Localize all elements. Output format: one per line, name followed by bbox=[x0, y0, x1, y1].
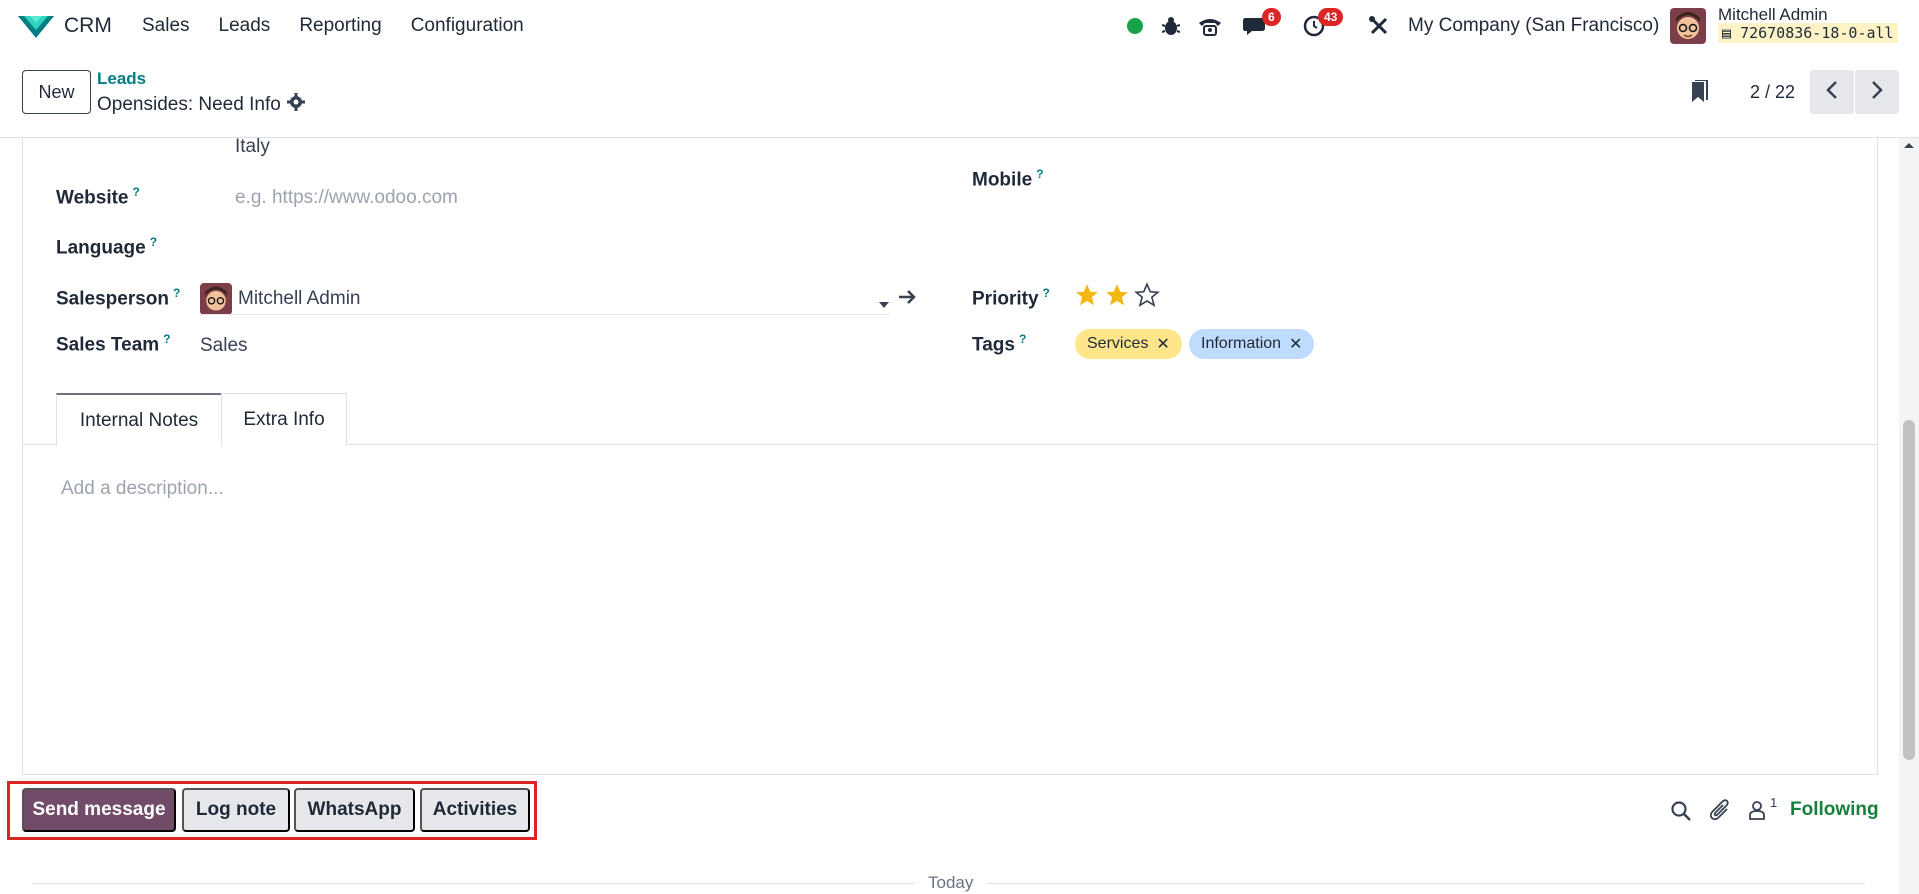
gear-icon[interactable] bbox=[286, 93, 305, 117]
following-button[interactable]: Following bbox=[1790, 799, 1879, 821]
help-icon[interactable]: ? bbox=[150, 235, 157, 249]
divider bbox=[32, 883, 915, 884]
menu-sales[interactable]: Sales bbox=[142, 15, 190, 37]
database-icon: ▤ bbox=[1722, 24, 1732, 42]
salesperson-label-text: Salesperson bbox=[56, 288, 169, 310]
company-switcher[interactable]: My Company (San Francisco) bbox=[1408, 15, 1659, 37]
help-icon[interactable]: ? bbox=[173, 286, 180, 300]
tools-icon[interactable] bbox=[1366, 0, 1392, 52]
database-name: ▤ 72670836-18-0-all bbox=[1718, 23, 1898, 43]
dropdown-caret-icon[interactable] bbox=[879, 294, 889, 314]
notebook-tabs: Internal Notes Extra Info bbox=[22, 393, 1878, 446]
divider bbox=[987, 883, 1865, 884]
help-icon[interactable]: ? bbox=[133, 185, 140, 199]
followers-icon[interactable] bbox=[1748, 800, 1766, 825]
activities-button[interactable]: Activities bbox=[420, 788, 530, 832]
crm-logo-icon[interactable] bbox=[18, 12, 54, 40]
new-button[interactable]: New bbox=[22, 70, 91, 114]
star-empty-icon[interactable] bbox=[1134, 282, 1160, 313]
mobile-label: Mobile? bbox=[972, 167, 1044, 191]
user-name[interactable]: Mitchell Admin bbox=[1718, 5, 1828, 25]
star-filled-icon[interactable] bbox=[1074, 282, 1100, 313]
record-title: Opensides: Need Info bbox=[97, 94, 281, 115]
main-menu: Sales Leads Reporting Configuration bbox=[142, 15, 553, 37]
salesperson-input[interactable]: Mitchell Admin bbox=[238, 288, 361, 310]
scrollbar-thumb[interactable] bbox=[1903, 420, 1915, 760]
salesperson-avatar bbox=[200, 283, 232, 315]
sales-team-label-text: Sales Team bbox=[56, 334, 160, 356]
close-icon[interactable]: ✕ bbox=[1289, 334, 1302, 354]
tags-label-text: Tags bbox=[972, 334, 1015, 356]
help-icon[interactable]: ? bbox=[1019, 332, 1026, 346]
bookmark-icon[interactable] bbox=[1688, 79, 1710, 111]
database-label: 72670836-18-0-all bbox=[1740, 24, 1894, 42]
salesperson-label: Salesperson? bbox=[56, 286, 180, 310]
pager-next-button[interactable] bbox=[1855, 70, 1899, 114]
language-label-text: Language bbox=[56, 237, 146, 259]
paperclip-icon[interactable] bbox=[1709, 798, 1732, 827]
tag-label: Information bbox=[1201, 335, 1282, 352]
control-panel: New Leads Opensides: Need Info 2 / 22 bbox=[0, 52, 1919, 138]
help-icon[interactable]: ? bbox=[163, 332, 170, 346]
send-message-button[interactable]: Send message bbox=[22, 788, 176, 832]
bug-icon[interactable] bbox=[1160, 0, 1182, 52]
menu-configuration[interactable]: Configuration bbox=[411, 15, 524, 37]
description-editor[interactable]: Add a description... bbox=[61, 478, 224, 500]
menu-reporting[interactable]: Reporting bbox=[299, 15, 381, 37]
messages-icon[interactable] bbox=[1240, 0, 1270, 52]
followers-count: 1 bbox=[1770, 795, 1778, 810]
sales-team-label: Sales Team? bbox=[56, 332, 171, 356]
website-label-text: Website bbox=[56, 187, 129, 209]
app-name[interactable]: CRM bbox=[64, 14, 112, 38]
phone-icon[interactable] bbox=[1196, 0, 1224, 52]
pager-value[interactable]: 2 / 22 bbox=[1750, 82, 1795, 103]
star-filled-icon[interactable] bbox=[1104, 282, 1130, 313]
tag-label: Services bbox=[1087, 335, 1149, 352]
website-input[interactable]: e.g. https://www.odoo.com bbox=[235, 187, 458, 209]
presence-status-icon[interactable] bbox=[1125, 0, 1145, 52]
user-avatar[interactable] bbox=[1670, 8, 1706, 44]
search-icon[interactable] bbox=[1670, 800, 1692, 827]
language-label: Language? bbox=[56, 235, 157, 259]
chevron-right-icon bbox=[1870, 80, 1884, 105]
help-icon[interactable]: ? bbox=[1036, 167, 1043, 181]
tag-information[interactable]: Information ✕ bbox=[1189, 329, 1315, 359]
help-icon[interactable]: ? bbox=[1043, 286, 1050, 300]
whatsapp-button[interactable]: WhatsApp bbox=[294, 788, 415, 832]
tag-services[interactable]: Services ✕ bbox=[1075, 329, 1182, 359]
close-icon[interactable]: ✕ bbox=[1156, 334, 1169, 354]
form-sheet bbox=[22, 138, 1878, 775]
country-value[interactable]: Italy bbox=[235, 136, 270, 158]
website-label: Website? bbox=[56, 185, 140, 209]
sales-team-input[interactable]: Sales bbox=[200, 335, 248, 357]
breadcrumb-current: Opensides: Need Info bbox=[97, 93, 305, 117]
date-separator: Today bbox=[928, 873, 974, 892]
pager-previous-button[interactable] bbox=[1810, 70, 1854, 114]
mobile-label-text: Mobile bbox=[972, 169, 1033, 191]
chevron-left-icon bbox=[1825, 80, 1839, 105]
salesperson-underline bbox=[200, 314, 890, 315]
activities-count-badge: 43 bbox=[1318, 8, 1344, 26]
internal-link-arrow-icon[interactable] bbox=[898, 289, 916, 310]
messages-count-badge: 6 bbox=[1262, 8, 1281, 26]
priority-label: Priority? bbox=[972, 286, 1050, 310]
tab-internal-notes[interactable]: Internal Notes bbox=[56, 393, 222, 446]
priority-label-text: Priority bbox=[972, 288, 1039, 310]
priority-stars bbox=[1074, 282, 1160, 313]
tags-label: Tags? bbox=[972, 332, 1026, 356]
breadcrumb-leads[interactable]: Leads bbox=[97, 69, 146, 89]
tab-extra-info[interactable]: Extra Info bbox=[221, 393, 347, 445]
top-navbar: CRM Sales Leads Reporting Configuration … bbox=[0, 0, 1919, 52]
menu-leads[interactable]: Leads bbox=[219, 15, 271, 37]
log-note-button[interactable]: Log note bbox=[182, 788, 290, 832]
